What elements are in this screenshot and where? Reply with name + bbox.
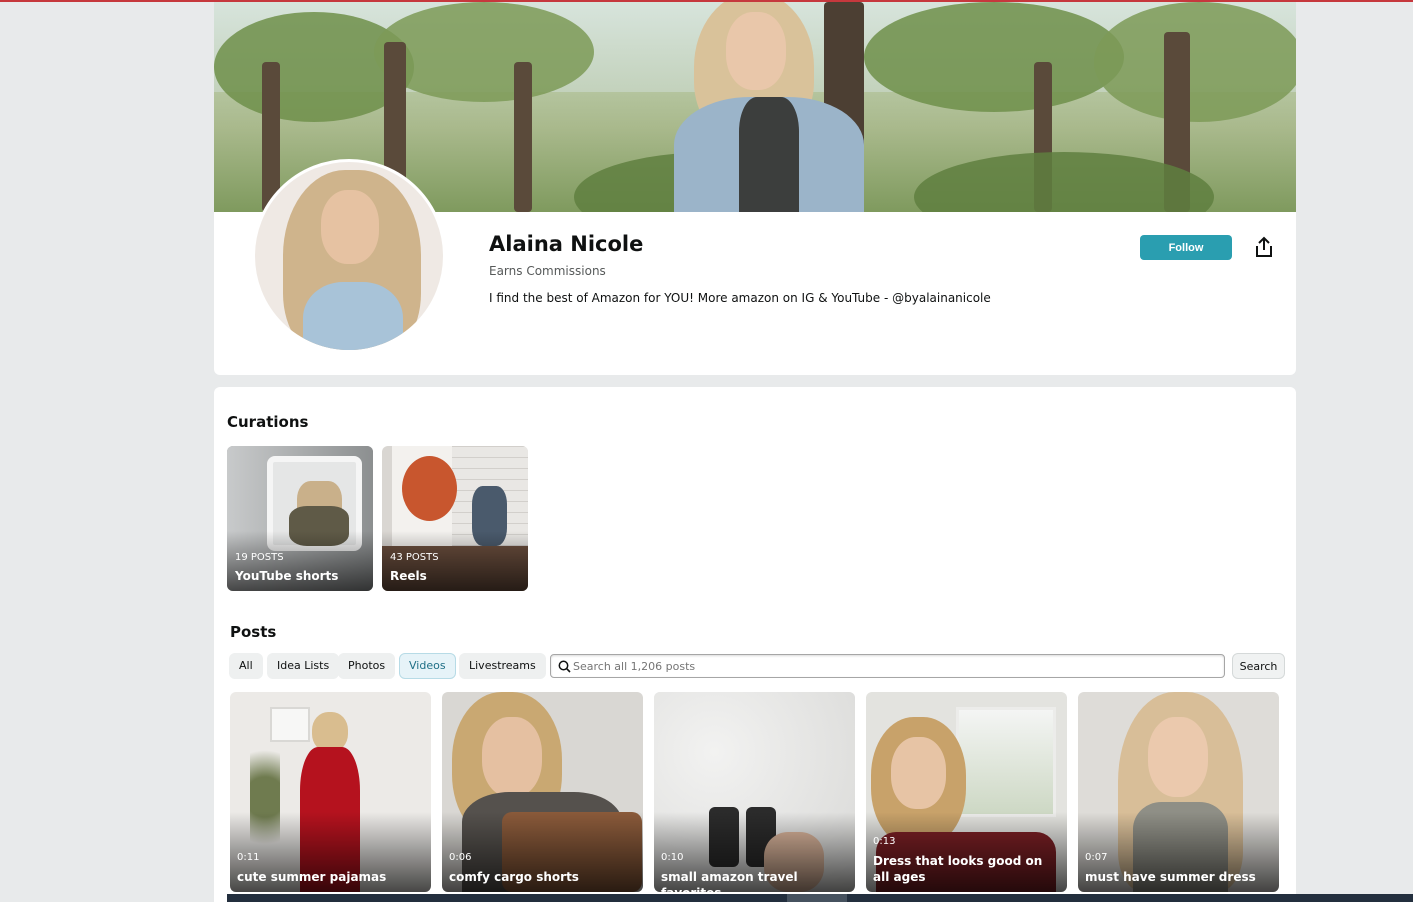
curation-title: Reels xyxy=(390,569,427,583)
curation-title: YouTube shorts xyxy=(235,569,339,583)
posts-heading: Posts xyxy=(230,623,277,641)
follow-button[interactable]: Follow xyxy=(1140,235,1232,260)
post-card[interactable]: 0:11 cute summer pajamas xyxy=(230,692,431,892)
filter-livestreams[interactable]: Livestreams xyxy=(459,653,546,679)
content-card: Curations 19 POSTS YouTube shorts 43 POS… xyxy=(214,387,1296,902)
post-title: Dress that looks good on all ages xyxy=(873,854,1043,884)
post-duration: 0:13 xyxy=(873,836,896,847)
curation-card-reels[interactable]: 43 POSTS Reels xyxy=(382,446,528,591)
profile-card: Alaina Nicole Earns Commissions I find t… xyxy=(214,2,1296,375)
search-icon xyxy=(558,660,571,673)
post-title: comfy cargo shorts xyxy=(449,870,579,884)
post-card[interactable]: 0:13 Dress that looks good on all ages xyxy=(866,692,1067,892)
curation-post-count: 43 POSTS xyxy=(390,552,439,563)
post-duration: 0:07 xyxy=(1085,852,1108,863)
post-duration: 0:06 xyxy=(449,852,472,863)
post-title: must have summer dress xyxy=(1085,870,1256,884)
profile-bio: I find the best of Amazon for YOU! More … xyxy=(489,291,991,305)
post-search-input[interactable] xyxy=(573,657,1213,675)
profile-avatar xyxy=(252,159,446,353)
post-card[interactable]: 0:06 comfy cargo shorts xyxy=(442,692,643,892)
curations-heading: Curations xyxy=(227,413,309,431)
post-duration: 0:11 xyxy=(237,852,260,863)
post-card[interactable]: 0:07 must have summer dress xyxy=(1078,692,1279,892)
filter-videos[interactable]: Videos xyxy=(399,653,456,679)
curation-post-count: 19 POSTS xyxy=(235,552,284,563)
profile-name: Alaina Nicole xyxy=(489,232,644,256)
post-title: cute summer pajamas xyxy=(237,870,387,884)
filter-photos[interactable]: Photos xyxy=(338,653,396,679)
filter-all[interactable]: All xyxy=(229,653,263,679)
scrollbar-thumb[interactable] xyxy=(787,894,847,902)
search-button[interactable]: Search xyxy=(1232,653,1285,679)
post-search-box[interactable] xyxy=(550,654,1225,678)
filter-idea-lists[interactable]: Idea Lists xyxy=(267,653,340,679)
post-title: small amazon travel favorites xyxy=(661,870,798,892)
earns-commissions-label: Earns Commissions xyxy=(489,264,606,278)
post-duration: 0:10 xyxy=(661,852,684,863)
share-icon xyxy=(1256,236,1272,257)
curation-card-youtube-shorts[interactable]: 19 POSTS YouTube shorts xyxy=(227,446,373,591)
post-card[interactable]: 0:10 small amazon travel favorites xyxy=(654,692,855,892)
horizontal-scrollbar[interactable] xyxy=(227,894,1413,902)
share-button[interactable] xyxy=(1252,235,1276,261)
